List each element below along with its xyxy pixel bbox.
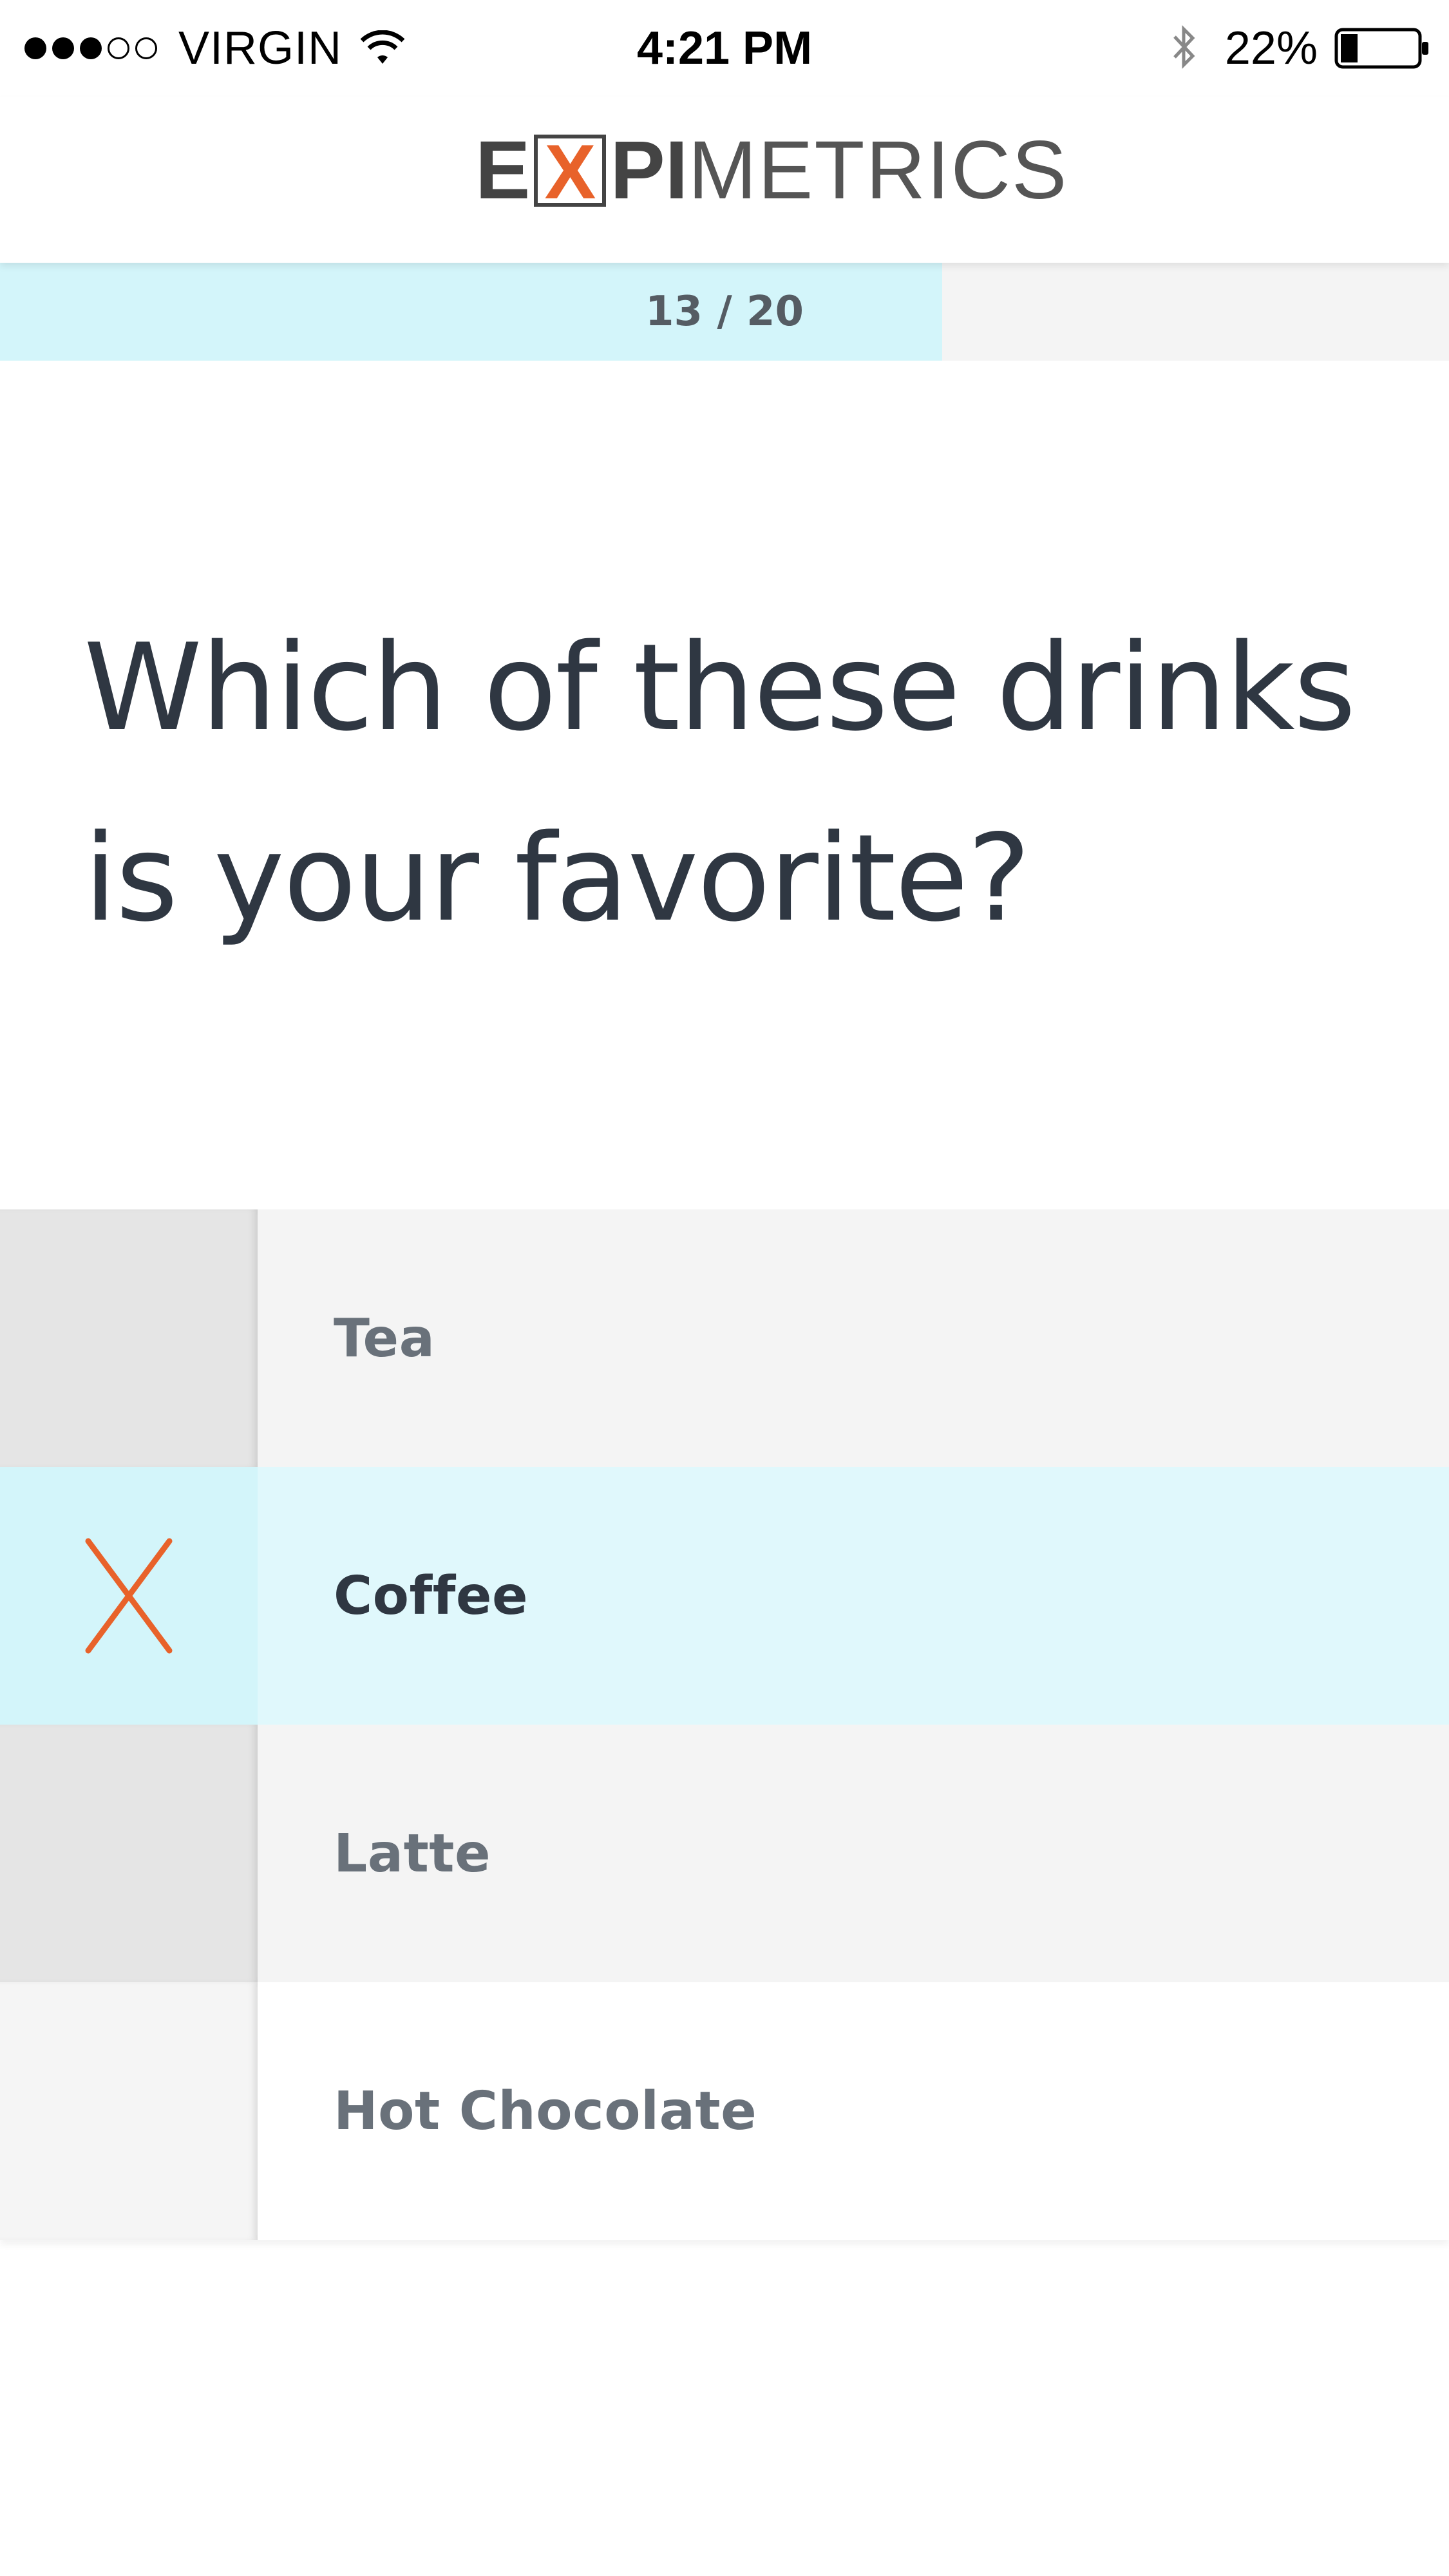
logo-letters-pi: PI bbox=[610, 124, 688, 216]
option-tea[interactable]: Tea bbox=[0, 1209, 1449, 1467]
option-label: Coffee bbox=[334, 1565, 529, 1627]
app-header: E X PI METRICS bbox=[0, 97, 1449, 263]
option-marker[interactable] bbox=[0, 1982, 258, 2240]
progress-counter: 13 / 20 bbox=[645, 288, 804, 336]
option-label: Tea bbox=[334, 1307, 435, 1369]
logo-letter-e: E bbox=[475, 124, 531, 216]
expimetrics-logo[interactable]: E X PI METRICS bbox=[475, 129, 1068, 213]
option-label-cell[interactable]: Tea bbox=[258, 1209, 1449, 1467]
option-latte[interactable]: Latte bbox=[0, 1725, 1449, 1982]
progress-bar: 13 / 20 bbox=[0, 263, 1449, 361]
selected-x-icon bbox=[85, 1538, 173, 1654]
option-marker[interactable] bbox=[0, 1209, 258, 1467]
status-right: 22% bbox=[1170, 19, 1431, 77]
option-label-cell[interactable]: Coffee bbox=[258, 1467, 1449, 1725]
status-bar: VIRGIN 4:21 PM 22% bbox=[0, 0, 1449, 97]
question-line-2: is your favorite? bbox=[84, 808, 1031, 948]
option-hot-chocolate[interactable]: Hot Chocolate bbox=[0, 1982, 1449, 2240]
bluetooth-icon bbox=[1173, 24, 1195, 70]
option-label: Hot Chocolate bbox=[334, 2080, 757, 2142]
option-coffee[interactable]: Coffee bbox=[0, 1467, 1449, 1725]
question-line-1: Which of these drinks bbox=[84, 618, 1356, 757]
option-label: Latte bbox=[334, 1823, 491, 1884]
battery-percent: 22% bbox=[1224, 23, 1318, 74]
option-label-cell[interactable]: Latte bbox=[258, 1725, 1449, 1982]
option-marker[interactable] bbox=[0, 1725, 258, 1982]
battery-icon bbox=[1334, 28, 1428, 69]
option-label-cell[interactable]: Hot Chocolate bbox=[258, 1982, 1449, 2240]
logo-x-mark: X bbox=[534, 133, 607, 211]
option-marker[interactable] bbox=[0, 1467, 258, 1725]
question-text: Which of these drinks is your favorite? bbox=[84, 592, 1372, 974]
logo-word-metrics: METRICS bbox=[688, 124, 1068, 216]
answer-options: Tea Coffee Latte Hot Chocolate bbox=[0, 1209, 1449, 2240]
